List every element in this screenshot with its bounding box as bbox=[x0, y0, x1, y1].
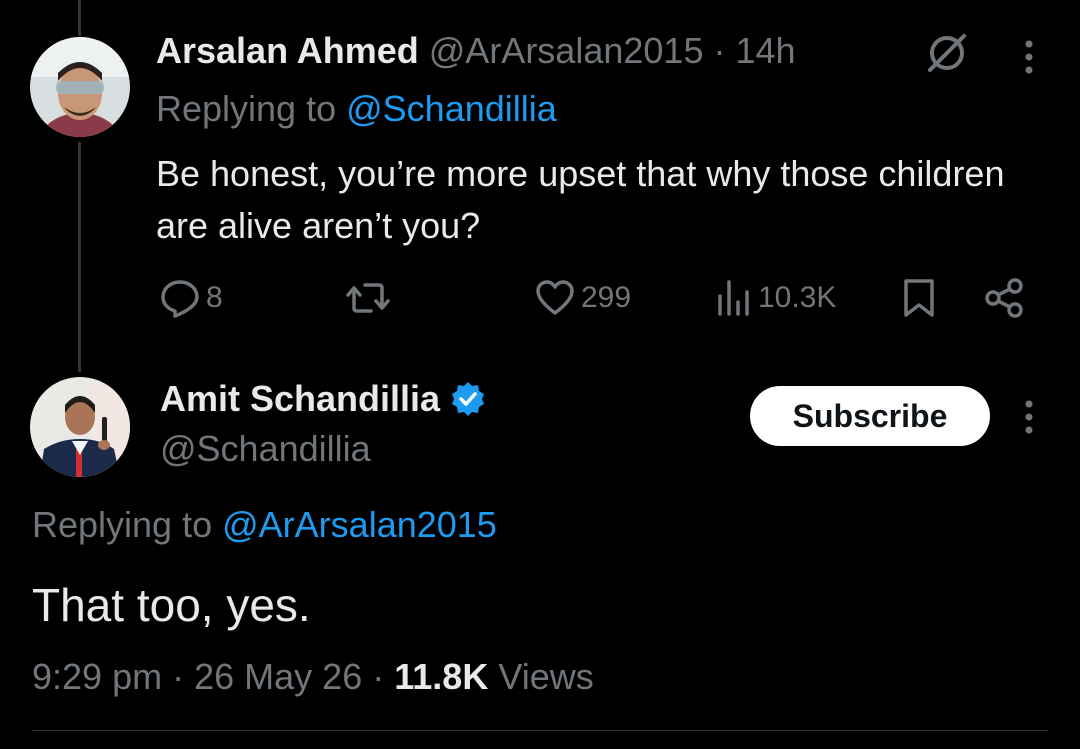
bookmark-icon bbox=[904, 279, 934, 317]
tweet2-body: That too, yes. bbox=[32, 579, 311, 631]
replying-to: Replying to @ArArsalan2015 bbox=[32, 504, 497, 546]
replying-to-handle[interactable]: @Schandillia bbox=[346, 88, 557, 129]
reply-button[interactable]: 8 bbox=[160, 278, 223, 318]
tweet-time[interactable]: 9:29 pm bbox=[32, 656, 162, 697]
grok-icon[interactable] bbox=[924, 30, 970, 81]
views-icon bbox=[718, 280, 749, 316]
replying-to: Replying to @Schandillia bbox=[156, 88, 557, 130]
views-count: 10.3K bbox=[758, 281, 837, 314]
retweet-icon bbox=[346, 283, 390, 313]
separator-dot: · bbox=[372, 656, 385, 697]
tweet-date[interactable]: 26 May 26 bbox=[194, 656, 362, 697]
separator-dot: · bbox=[713, 30, 726, 71]
like-count: 299 bbox=[581, 281, 632, 314]
tweet1-body: Be honest, you’re more upset that why th… bbox=[156, 153, 1005, 246]
retweet-button[interactable] bbox=[345, 278, 391, 318]
author-name-row: Amit Schandillia bbox=[160, 378, 486, 420]
separator-dot: · bbox=[172, 656, 185, 697]
avatar-arsalan[interactable] bbox=[30, 37, 130, 137]
author-name[interactable]: Amit Schandillia bbox=[160, 378, 440, 420]
verified-badge-icon[interactable] bbox=[450, 381, 486, 417]
replying-to-handle[interactable]: @ArArsalan2015 bbox=[222, 504, 497, 545]
author-handle[interactable]: @ArArsalan2015 bbox=[429, 30, 704, 71]
tweet-time[interactable]: 14h bbox=[736, 30, 796, 71]
replying-prefix: Replying to bbox=[32, 504, 213, 545]
views-count[interactable]: 11.8K bbox=[394, 656, 488, 697]
author-handle[interactable]: @Schandillia bbox=[160, 428, 371, 470]
thread-line bbox=[78, 142, 81, 372]
author-name[interactable]: Arsalan Ahmed bbox=[156, 30, 419, 71]
share-icon bbox=[985, 278, 1023, 318]
like-icon bbox=[536, 280, 574, 315]
bookmark-button[interactable] bbox=[902, 278, 936, 318]
tweet-meta: 9:29 pm · 26 May 26 · 11.8K Views bbox=[32, 656, 594, 698]
reply-icon bbox=[161, 280, 199, 318]
views-label: Views bbox=[498, 656, 594, 697]
replying-prefix: Replying to bbox=[156, 88, 337, 129]
share-button[interactable] bbox=[984, 278, 1024, 318]
like-button[interactable]: 299 bbox=[535, 278, 631, 318]
subscribe-button[interactable]: Subscribe bbox=[750, 386, 990, 446]
tweet1-header: Arsalan Ahmed @ArArsalan2015 · 14h bbox=[156, 30, 796, 72]
divider bbox=[32, 730, 1048, 731]
avatar-amit[interactable] bbox=[30, 377, 130, 477]
views-button[interactable]: 10.3K bbox=[716, 278, 836, 318]
more-icon[interactable] bbox=[1016, 38, 1042, 83]
thread-line-top bbox=[78, 0, 81, 36]
reply-count: 8 bbox=[206, 281, 223, 314]
more-icon[interactable] bbox=[1016, 398, 1042, 443]
